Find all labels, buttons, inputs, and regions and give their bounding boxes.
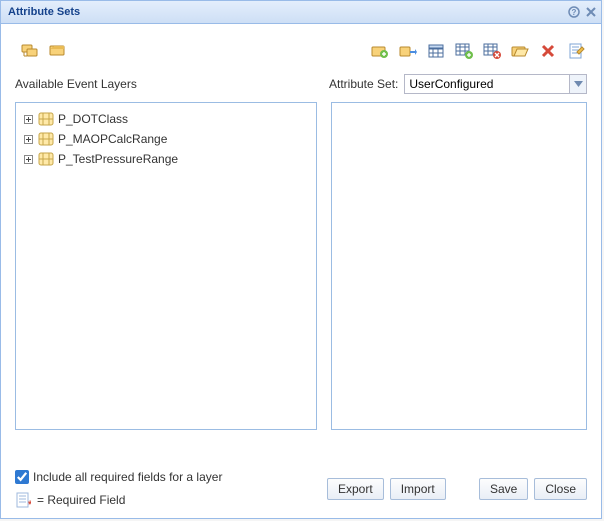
- attribute-set-pane: [331, 102, 587, 430]
- available-layers-pane: P_DOTClass P_MAOPCalcRange P_TestPressur…: [15, 102, 317, 430]
- add-folder-icon[interactable]: [371, 42, 389, 60]
- required-legend-label: = Required Field: [37, 493, 125, 507]
- expand-icon[interactable]: [22, 153, 34, 165]
- grid-add-icon[interactable]: [455, 42, 473, 60]
- expand-icon[interactable]: [22, 133, 34, 145]
- move-right-icon[interactable]: [399, 42, 417, 60]
- tree-label: P_TestPressureRange: [58, 152, 178, 166]
- close-icon[interactable]: [583, 5, 598, 20]
- available-layers-label: Available Event Layers: [15, 77, 329, 91]
- import-button[interactable]: Import: [390, 478, 446, 500]
- edit-page-icon[interactable]: [567, 42, 585, 60]
- window: Attribute Sets ?: [0, 0, 602, 519]
- tree-label: P_DOTClass: [58, 112, 128, 126]
- expand-icon[interactable]: [22, 113, 34, 125]
- collapse-tree-icon[interactable]: [49, 42, 67, 60]
- help-icon[interactable]: ?: [566, 5, 581, 20]
- required-field-icon: *: [15, 492, 31, 508]
- attribute-set-combo[interactable]: [404, 74, 587, 94]
- grid-delete-icon[interactable]: [483, 42, 501, 60]
- attribute-set-input[interactable]: [405, 75, 569, 93]
- include-all-checkbox[interactable]: [15, 470, 29, 484]
- titlebar: Attribute Sets ?: [1, 1, 601, 24]
- tree-node[interactable]: P_MAOPCalcRange: [22, 129, 310, 149]
- chevron-down-icon[interactable]: [569, 75, 586, 93]
- window-title: Attribute Sets: [8, 6, 80, 18]
- tree-node[interactable]: P_DOTClass: [22, 109, 310, 129]
- close-button[interactable]: Close: [534, 478, 587, 500]
- tree-node[interactable]: P_TestPressureRange: [22, 149, 310, 169]
- export-button[interactable]: Export: [327, 478, 384, 500]
- open-folder-icon[interactable]: [511, 42, 529, 60]
- grid-icon[interactable]: [427, 42, 445, 60]
- layer-icon: [38, 132, 54, 146]
- include-all-label: Include all required fields for a layer: [33, 470, 222, 484]
- svg-text:?: ?: [571, 8, 576, 17]
- svg-text:*: *: [28, 499, 31, 508]
- save-button[interactable]: Save: [479, 478, 528, 500]
- layer-icon: [38, 152, 54, 166]
- tree-label: P_MAOPCalcRange: [58, 132, 167, 146]
- layer-icon: [38, 112, 54, 126]
- delete-icon[interactable]: [539, 42, 557, 60]
- body: Available Event Layers Attribute Set: P_…: [1, 24, 601, 518]
- attribute-set-label: Attribute Set:: [329, 77, 398, 91]
- expand-tree-icon[interactable]: [21, 42, 39, 60]
